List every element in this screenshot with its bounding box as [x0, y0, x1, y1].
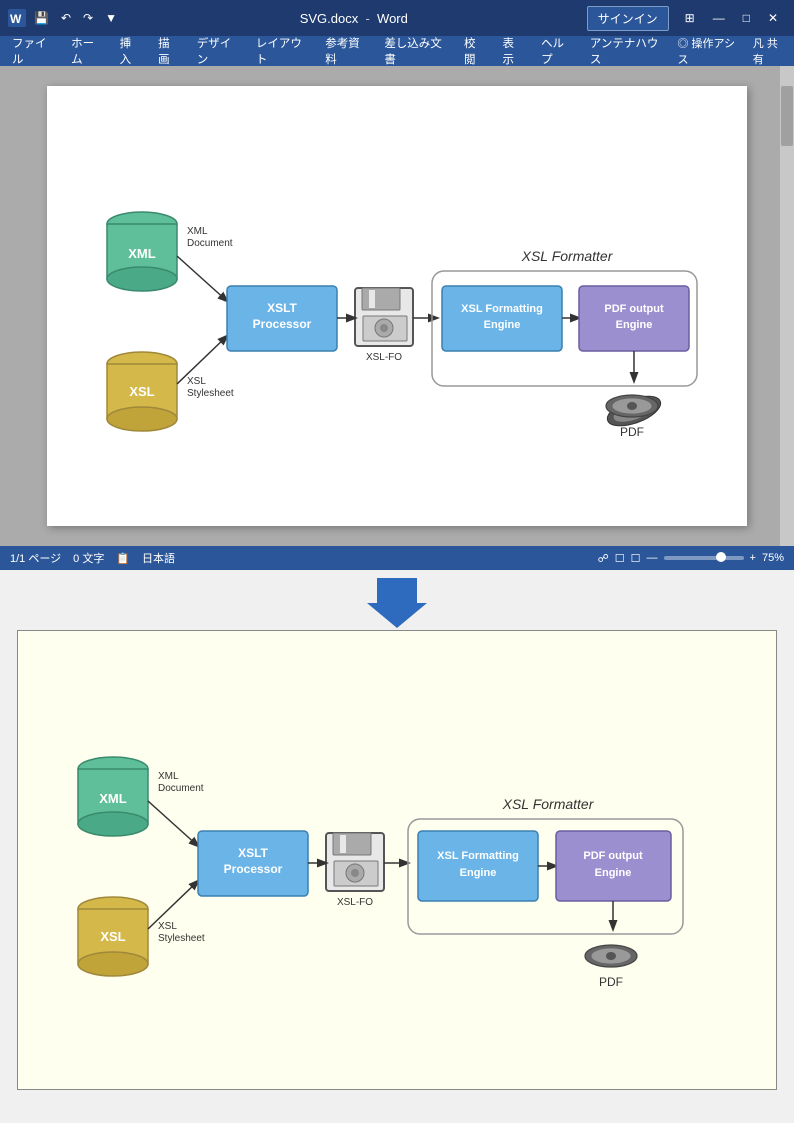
signin-button[interactable]: サインイン [587, 6, 669, 31]
svg-text:Engine: Engine [616, 319, 653, 331]
svg-text:Document: Document [158, 783, 204, 794]
svg-text:Stylesheet: Stylesheet [158, 933, 205, 944]
svg-text:XSL: XSL [158, 921, 177, 932]
svg-text:XSL-FO: XSL-FO [366, 352, 402, 363]
view-web-icon[interactable]: ☐ [615, 552, 625, 565]
svg-text:PDF output: PDF output [583, 850, 643, 862]
svg-text:XSL: XSL [100, 929, 125, 944]
tab-layout[interactable]: レイアウト [248, 31, 315, 71]
close-button[interactable]: ✕ [760, 9, 786, 27]
layout-button[interactable]: ⊞ [677, 9, 703, 27]
svg-text:Document: Document [187, 238, 233, 249]
tab-home[interactable]: ホーム [63, 31, 110, 71]
word-count: 0 文字 [73, 550, 104, 566]
svg-text:Processor: Processor [253, 317, 312, 331]
svg-text:PDF: PDF [599, 975, 623, 989]
svg-text:XML: XML [158, 771, 179, 782]
title-bar-left: W 💾 ↶ ↷ ▼ [8, 9, 121, 27]
bottom-diagram-svg: XML XML Document XSL XSL Stylesheet XSLT… [48, 661, 748, 1041]
ribbon: ファイル ホーム 挿入 描画 デザイン レイアウト 参考資料 差し込み文書 校閲… [0, 36, 794, 66]
page-info: 1/1 ページ [10, 550, 61, 566]
svg-text:W: W [10, 12, 22, 26]
tab-file[interactable]: ファイル [4, 31, 61, 71]
app-name: Word [377, 11, 408, 26]
svg-text:XSL-FO: XSL-FO [337, 897, 373, 908]
tab-design[interactable]: デザイン [189, 31, 246, 71]
document-area: XML XML Document XSL XSL Stylesheet [0, 66, 794, 546]
share-button[interactable]: 凡 共有 [747, 33, 790, 69]
customize-button[interactable]: ▼ [101, 9, 121, 27]
svg-text:Engine: Engine [460, 867, 497, 879]
view-print-icon[interactable]: ☍ [598, 552, 609, 565]
title-bar-center: SVG.docx - Word [121, 11, 587, 26]
svg-text:XSL: XSL [129, 384, 154, 399]
arrow-section [0, 570, 794, 630]
top-diagram-svg: XML XML Document XSL XSL Stylesheet [77, 116, 717, 466]
svg-text:Engine: Engine [595, 867, 632, 879]
svg-text:XSL Formatter: XSL Formatter [502, 796, 595, 812]
status-bar: 1/1 ページ 0 文字 📋 日本語 ☍ ☐ ☐ — + 75% [0, 546, 794, 570]
svg-text:XSLT: XSLT [238, 846, 268, 860]
scrollbar-vertical[interactable] [780, 66, 794, 546]
scrollbar-thumb[interactable] [781, 86, 793, 146]
bottom-diagram-box: XML XML Document XSL XSL Stylesheet XSLT… [17, 630, 777, 1090]
svg-text:XSLT: XSLT [267, 301, 297, 315]
tab-mailings[interactable]: 差し込み文書 [376, 31, 454, 71]
maximize-button[interactable]: □ [735, 9, 758, 27]
language-icon: 📋 [116, 552, 130, 565]
svg-text:Processor: Processor [224, 862, 283, 876]
ribbon-right: ◎ 操作アシス 凡 共有 [671, 33, 790, 69]
svg-text:XML: XML [128, 246, 156, 261]
tab-help[interactable]: ヘルプ [533, 31, 580, 71]
minimize-button[interactable]: — [705, 9, 733, 27]
svg-text:Engine: Engine [484, 319, 521, 331]
assist-button[interactable]: ◎ 操作アシス [671, 33, 742, 69]
down-arrow-svg [367, 573, 427, 628]
document-page: XML XML Document XSL XSL Stylesheet [47, 86, 747, 526]
svg-text:XSL: XSL [187, 376, 206, 387]
word-icon: W [8, 9, 26, 27]
tab-antenna[interactable]: アンテナハウス [582, 31, 670, 71]
tab-draw[interactable]: 描画 [150, 31, 187, 71]
svg-text:XML: XML [187, 226, 208, 237]
tab-insert[interactable]: 挿入 [112, 31, 149, 71]
svg-text:XSL Formatting: XSL Formatting [461, 303, 543, 315]
svg-text:PDF output: PDF output [604, 303, 664, 315]
undo-button[interactable]: ↶ [57, 9, 75, 27]
focus-icon[interactable]: ☐ [631, 552, 641, 565]
svg-text:XML: XML [99, 791, 127, 806]
tab-review[interactable]: 校閲 [456, 31, 493, 71]
zoom-slider[interactable] [664, 556, 744, 560]
redo-button[interactable]: ↷ [79, 9, 97, 27]
tab-view[interactable]: 表示 [495, 31, 532, 71]
save-button[interactable]: 💾 [30, 9, 53, 27]
svg-text:XSL Formatting: XSL Formatting [437, 850, 519, 862]
window-controls: ⊞ — □ ✕ [677, 9, 786, 27]
zoom-in-icon[interactable]: + [750, 552, 756, 564]
zoom-out-icon[interactable]: — [647, 552, 658, 564]
svg-text:PDF: PDF [620, 425, 644, 439]
tab-references[interactable]: 参考資料 [317, 31, 374, 71]
svg-text:XSL Formatter: XSL Formatter [521, 248, 614, 264]
language: 日本語 [142, 550, 175, 566]
document-title: SVG.docx [300, 11, 359, 26]
svg-text:Stylesheet: Stylesheet [187, 388, 234, 399]
zoom-level: 75% [762, 552, 784, 564]
zoom-thumb[interactable] [716, 552, 726, 562]
status-bar-right: ☍ ☐ ☐ — + 75% [598, 552, 784, 565]
